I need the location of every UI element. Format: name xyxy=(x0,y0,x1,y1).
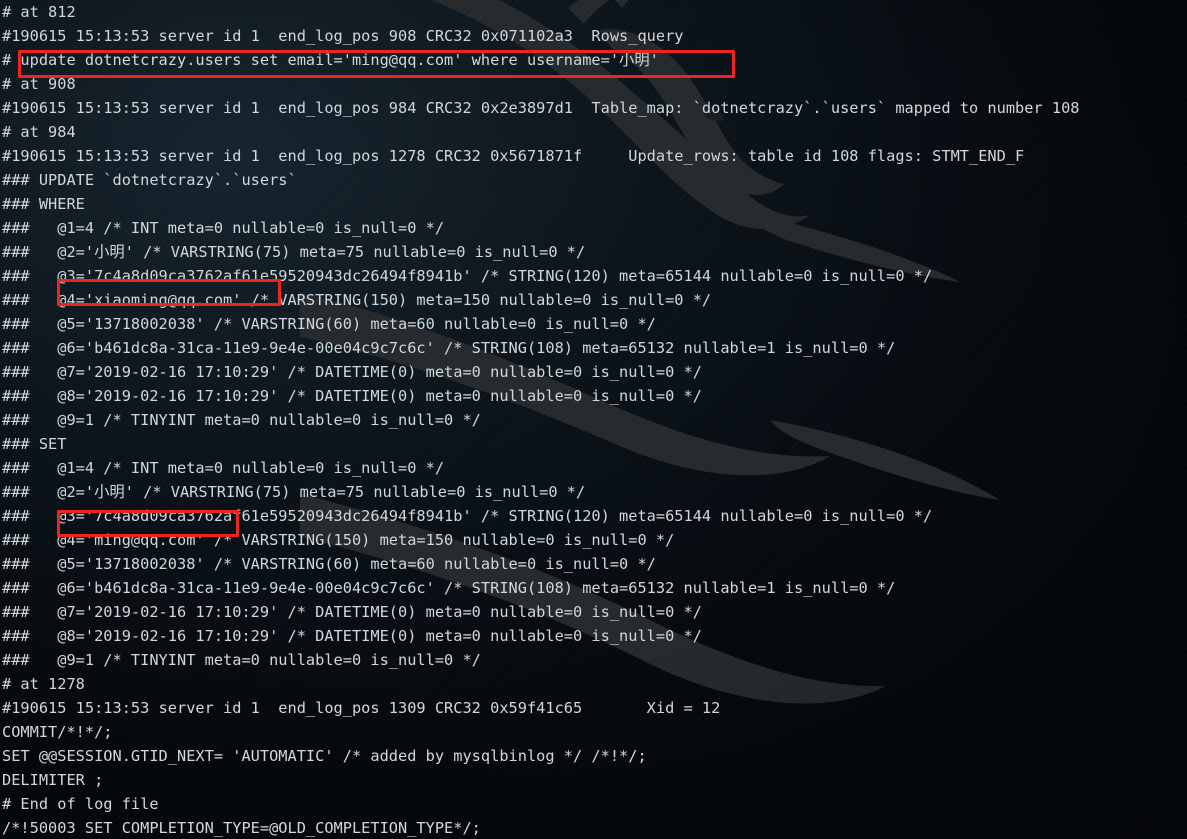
terminal-line: COMMIT/*!*/; xyxy=(2,723,113,741)
terminal-line: SET @@SESSION.GTID_NEXT= 'AUTOMATIC' /* … xyxy=(2,747,647,765)
terminal-line: /*!50003 SET COMPLETION_TYPE=@OLD_COMPLE… xyxy=(2,819,481,837)
terminal-line: DELIMITER ; xyxy=(2,771,104,789)
terminal-line: #190615 15:13:53 server id 1 end_log_pos… xyxy=(2,699,721,717)
terminal-line: ### @7='2019-02-16 17:10:29' /* DATETIME… xyxy=(2,363,702,381)
terminal-line: ### @8='2019-02-16 17:10:29' /* DATETIME… xyxy=(2,627,702,645)
terminal-line: ### @5='13718002038' /* VARSTRING(60) me… xyxy=(2,315,656,333)
terminal-line: ### @6='b461dc8a-31ca-11e9-9e4e-00e04c9c… xyxy=(2,339,896,357)
terminal-line: ### @2='小明' /* VARSTRING(75) meta=75 nul… xyxy=(2,243,586,261)
terminal-line: ### UPDATE `dotnetcrazy`.`users` xyxy=(2,171,297,189)
terminal-line: # update dotnetcrazy.users set email='mi… xyxy=(2,51,659,69)
terminal-line: # End of log file xyxy=(2,795,159,813)
terminal-line: ### @4='xiaoming@qq.com' /* VARSTRING(15… xyxy=(2,291,712,309)
terminal-line: ### @4='ming@qq.com' /* VARSTRING(150) m… xyxy=(2,531,675,549)
terminal-line: ### @1=4 /* INT meta=0 nullable=0 is_nul… xyxy=(2,219,445,237)
terminal-line: # at 908 xyxy=(2,75,76,93)
terminal-line: ### @6='b461dc8a-31ca-11e9-9e4e-00e04c9c… xyxy=(2,579,896,597)
terminal-line: # at 984 xyxy=(2,123,76,141)
terminal-line: ### @3='7c4a8d09ca3762af61e59520943dc264… xyxy=(2,507,933,525)
terminal-line: ### WHERE xyxy=(2,195,85,213)
terminal-line: #190615 15:13:53 server id 1 end_log_pos… xyxy=(2,99,1080,117)
terminal-window: /*!*/;# at 812#190615 15:13:53 server id… xyxy=(0,0,1187,839)
terminal-text-output[interactable]: /*!*/;# at 812#190615 15:13:53 server id… xyxy=(0,0,1187,839)
terminal-line: ### @1=4 /* INT meta=0 nullable=0 is_nul… xyxy=(2,459,445,477)
terminal-line: # at 1278 xyxy=(2,675,85,693)
terminal-line: #190615 15:13:53 server id 1 end_log_pos… xyxy=(2,147,1025,165)
terminal-line: ### @3='7c4a8d09ca3762af61e59520943dc264… xyxy=(2,267,933,285)
terminal-line: ### @9=1 /* TINYINT meta=0 nullable=0 is… xyxy=(2,411,481,429)
terminal-line: ### @9=1 /* TINYINT meta=0 nullable=0 is… xyxy=(2,651,481,669)
terminal-line: ### SET xyxy=(2,435,67,453)
terminal-line: ### @7='2019-02-16 17:10:29' /* DATETIME… xyxy=(2,603,702,621)
terminal-line: #190615 15:13:53 server id 1 end_log_pos… xyxy=(2,27,684,45)
terminal-line: ### @5='13718002038' /* VARSTRING(60) me… xyxy=(2,555,656,573)
terminal-line: ### @2='小明' /* VARSTRING(75) meta=75 nul… xyxy=(2,483,586,501)
terminal-line: ### @8='2019-02-16 17:10:29' /* DATETIME… xyxy=(2,387,702,405)
terminal-line: # at 812 xyxy=(2,3,76,21)
